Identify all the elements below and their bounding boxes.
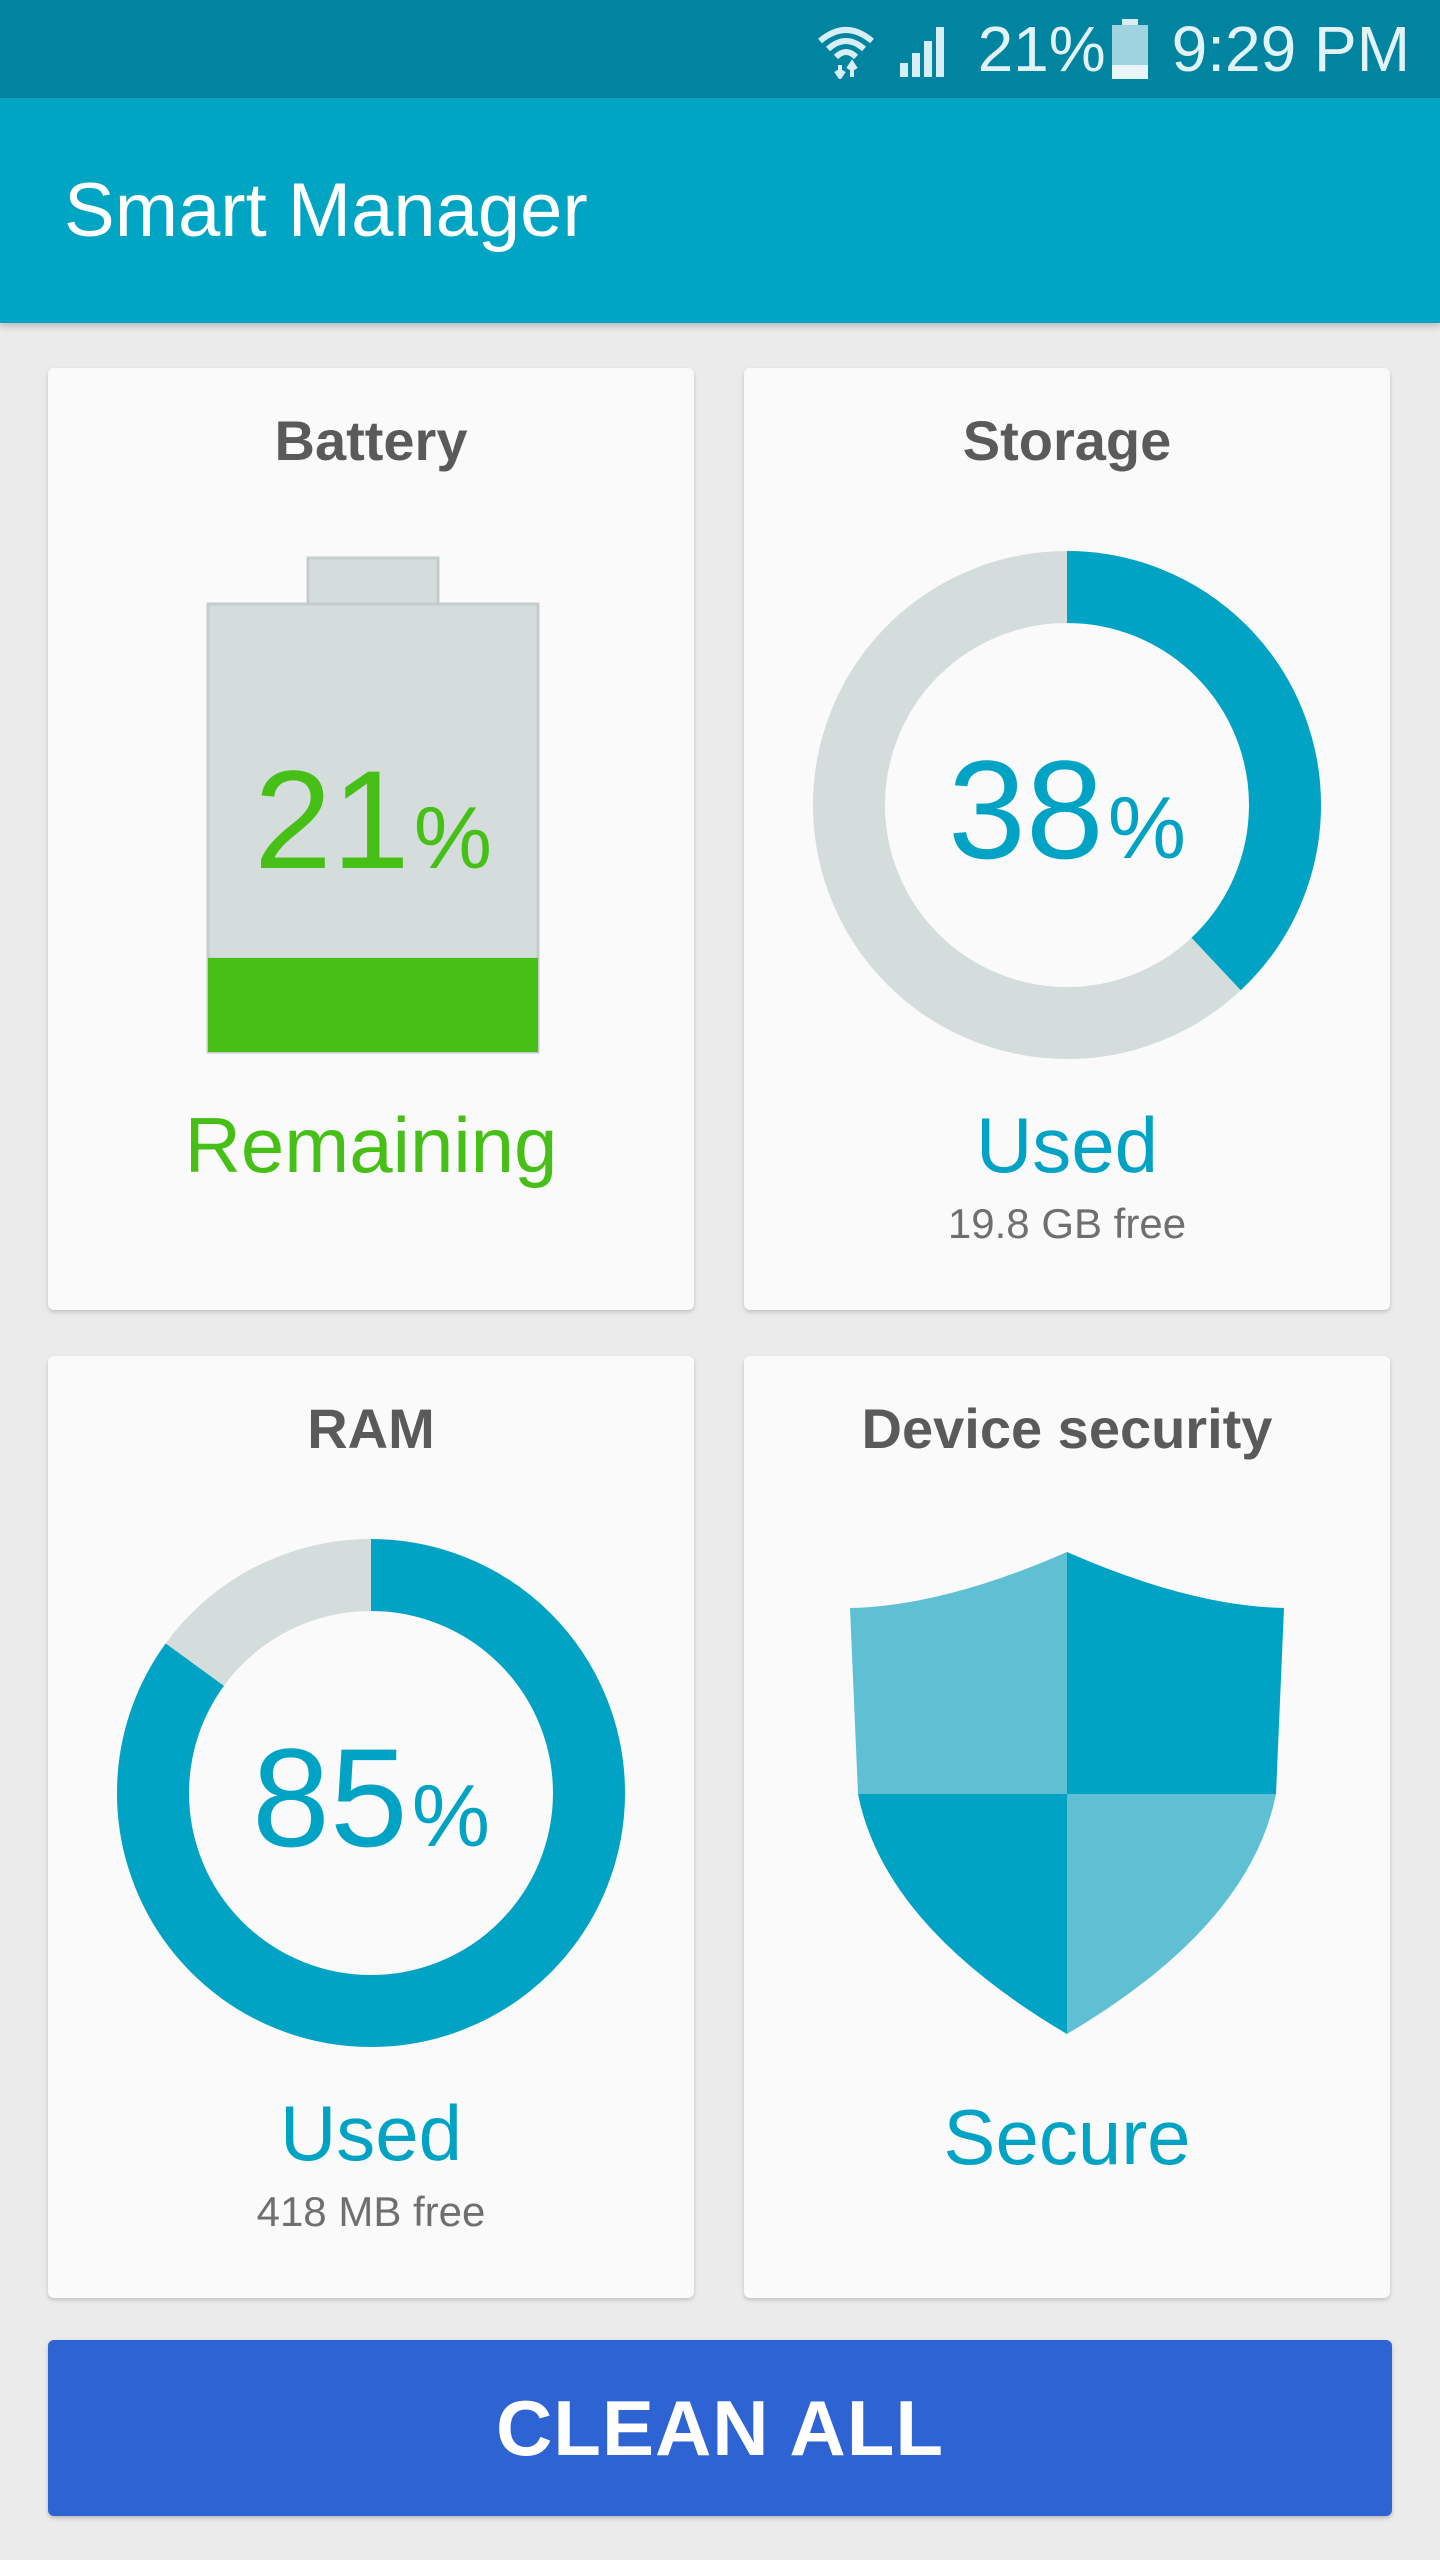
signal-icon	[899, 27, 944, 77]
battery-card[interactable]: Battery 21% Remaining	[48, 368, 694, 1310]
security-status: Secure	[943, 2093, 1191, 2181]
ram-value: 85%	[252, 1719, 490, 1876]
shield-quadrant-bottom-left	[858, 1794, 1067, 2034]
battery-status: Remaining	[184, 1101, 558, 1189]
shield-quadrant-bottom-right	[1067, 1794, 1276, 2034]
app-bar: Smart Manager	[0, 98, 1440, 323]
ram-status: Used	[279, 2089, 463, 2177]
battery-icon	[1111, 19, 1148, 79]
shield-quadrant-top-right	[1067, 1552, 1284, 1794]
status-icons: 21% 9:29 PM	[816, 0, 1410, 98]
clean-all-button[interactable]: CLEAN ALL	[48, 2340, 1392, 2516]
storage-value: 38%	[948, 731, 1186, 888]
storage-status: Used	[975, 1101, 1159, 1189]
battery-cap	[306, 556, 440, 608]
wifi-icon	[817, 27, 874, 79]
security-card[interactable]: Device security Secure	[744, 1356, 1390, 2298]
ram-card[interactable]: RAM 85% Used 418 MB free	[48, 1356, 694, 2298]
ram-free: 418 MB free	[256, 2188, 486, 2235]
status-time: 9:29 PM	[1171, 13, 1410, 85]
battery-fill	[208, 957, 538, 1052]
page-title: Smart Manager	[64, 168, 588, 253]
storage-free: 19.8 GB free	[947, 1200, 1187, 1247]
status-bar: 21% 9:29 PM	[0, 0, 1440, 98]
shield-quadrant-top-left	[850, 1552, 1067, 1794]
status-battery-percent: 21%	[977, 13, 1106, 85]
storage-card[interactable]: Storage 38% Used 19.8 GB free	[744, 368, 1390, 1310]
